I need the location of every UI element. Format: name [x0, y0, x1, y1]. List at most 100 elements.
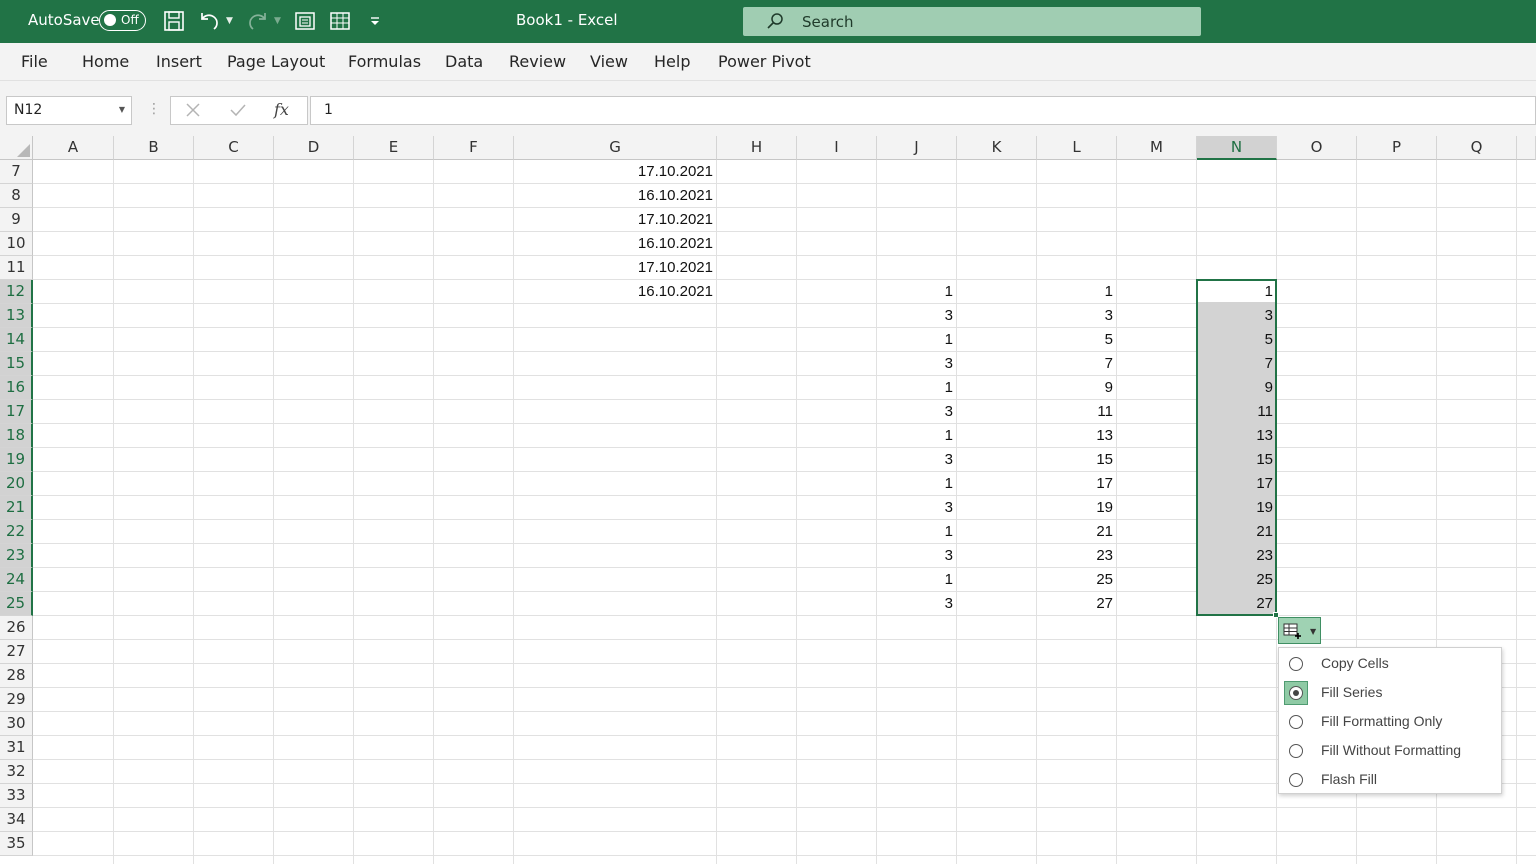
row-header-7[interactable]: 7	[0, 160, 33, 184]
redo-dropdown-icon[interactable]: ▼	[274, 16, 281, 26]
row-header-20[interactable]: 20	[0, 472, 33, 496]
row-header-10[interactable]: 10	[0, 232, 33, 256]
tab-home[interactable]: Home	[82, 52, 129, 71]
column-header-j[interactable]: J	[877, 136, 957, 160]
cell-n19[interactable]: 15	[1197, 448, 1277, 472]
cell-g9[interactable]: 17.10.2021	[514, 208, 717, 232]
cell-n15[interactable]: 7	[1197, 352, 1277, 376]
cell-n21[interactable]: 19	[1197, 496, 1277, 520]
name-box-dropdown-icon[interactable]: ▼	[119, 105, 125, 114]
row-header-8[interactable]: 8	[0, 184, 33, 208]
column-header-e[interactable]: E	[354, 136, 434, 160]
column-header-m[interactable]: M	[1117, 136, 1197, 160]
tab-view[interactable]: View	[590, 52, 628, 71]
radio-flash-fill[interactable]	[1289, 773, 1303, 787]
cell-j24[interactable]: 1	[877, 568, 957, 592]
column-header-c[interactable]: C	[194, 136, 274, 160]
tab-review[interactable]: Review	[509, 52, 566, 71]
cell-l16[interactable]: 9	[1037, 376, 1117, 400]
cell-g11[interactable]: 17.10.2021	[514, 256, 717, 280]
tab-file[interactable]: File	[21, 52, 48, 71]
column-header-k[interactable]: K	[957, 136, 1037, 160]
row-header-23[interactable]: 23	[0, 544, 33, 568]
cell-g10[interactable]: 16.10.2021	[514, 232, 717, 256]
cell-l21[interactable]: 19	[1037, 496, 1117, 520]
row-header-32[interactable]: 32	[0, 760, 33, 784]
column-header-b[interactable]: B	[114, 136, 194, 160]
column-header-p[interactable]: P	[1357, 136, 1437, 160]
cell-l19[interactable]: 15	[1037, 448, 1117, 472]
cell-n13[interactable]: 3	[1197, 304, 1277, 328]
cell-g7[interactable]: 17.10.2021	[514, 160, 717, 184]
row-header-26[interactable]: 26	[0, 616, 33, 640]
drag-handle-icon[interactable]: ⋮	[147, 101, 161, 117]
row-header-11[interactable]: 11	[0, 256, 33, 280]
cell-n24[interactable]: 25	[1197, 568, 1277, 592]
cell-j16[interactable]: 1	[877, 376, 957, 400]
column-header-h[interactable]: H	[717, 136, 797, 160]
row-header-25[interactable]: 25	[0, 592, 33, 616]
name-box[interactable]: N12 ▼	[6, 96, 132, 125]
column-header-d[interactable]: D	[274, 136, 354, 160]
row-header-17[interactable]: 17	[0, 400, 33, 424]
cell-j22[interactable]: 1	[877, 520, 957, 544]
row-header-9[interactable]: 9	[0, 208, 33, 232]
select-all-corner[interactable]	[0, 136, 33, 160]
row-header-12[interactable]: 12	[0, 280, 33, 304]
form-icon[interactable]	[293, 9, 317, 33]
table-icon[interactable]	[328, 9, 352, 33]
row-header-14[interactable]: 14	[0, 328, 33, 352]
cell-n14[interactable]: 5	[1197, 328, 1277, 352]
column-header-r[interactable]	[1517, 136, 1536, 160]
cell-g8[interactable]: 16.10.2021	[514, 184, 717, 208]
cell-l20[interactable]: 17	[1037, 472, 1117, 496]
radio-fill-series[interactable]	[1289, 686, 1303, 700]
row-header-15[interactable]: 15	[0, 352, 33, 376]
cell-l13[interactable]: 3	[1037, 304, 1117, 328]
cell-n20[interactable]: 17	[1197, 472, 1277, 496]
radio-fill-without-formatting[interactable]	[1289, 744, 1303, 758]
autosave-toggle[interactable]: Off	[99, 10, 146, 31]
search-box[interactable]: Search	[743, 7, 1201, 36]
cell-n18[interactable]: 13	[1197, 424, 1277, 448]
radio-copy-cells[interactable]	[1289, 657, 1303, 671]
option-fill-formatting-only[interactable]: Fill Formatting Only	[1279, 707, 1503, 736]
cell-j18[interactable]: 1	[877, 424, 957, 448]
cell-j14[interactable]: 1	[877, 328, 957, 352]
row-header-16[interactable]: 16	[0, 376, 33, 400]
cell-l15[interactable]: 7	[1037, 352, 1117, 376]
cell-j23[interactable]: 3	[877, 544, 957, 568]
customize-toolbar-icon[interactable]	[365, 9, 389, 33]
cell-l14[interactable]: 5	[1037, 328, 1117, 352]
row-header-18[interactable]: 18	[0, 424, 33, 448]
save-icon[interactable]	[162, 9, 186, 33]
cell-n23[interactable]: 23	[1197, 544, 1277, 568]
row-header-13[interactable]: 13	[0, 304, 33, 328]
row-header-31[interactable]: 31	[0, 736, 33, 760]
undo-dropdown-icon[interactable]: ▼	[226, 16, 233, 26]
tab-power-pivot[interactable]: Power Pivot	[718, 52, 811, 71]
cell-l12[interactable]: 1	[1037, 280, 1117, 304]
undo-icon[interactable]	[197, 9, 221, 33]
row-header-29[interactable]: 29	[0, 688, 33, 712]
cell-j25[interactable]: 3	[877, 592, 957, 616]
cell-n25[interactable]: 27	[1197, 592, 1277, 616]
tab-help[interactable]: Help	[654, 52, 690, 71]
option-fill-without-formatting[interactable]: Fill Without Formatting	[1279, 736, 1503, 765]
insert-function-icon[interactable]: fx	[274, 100, 289, 119]
cell-n17[interactable]: 11	[1197, 400, 1277, 424]
column-header-i[interactable]: I	[797, 136, 877, 160]
cell-j19[interactable]: 3	[877, 448, 957, 472]
cell-n22[interactable]: 21	[1197, 520, 1277, 544]
cell-j17[interactable]: 3	[877, 400, 957, 424]
cell-n12[interactable]: 1	[1197, 280, 1277, 304]
row-header-35[interactable]: 35	[0, 832, 33, 856]
row-header-27[interactable]: 27	[0, 640, 33, 664]
option-copy-cells[interactable]: Copy Cells	[1279, 649, 1503, 678]
formula-input[interactable]: 1	[310, 96, 1536, 125]
tab-page-layout[interactable]: Page Layout	[227, 52, 325, 71]
cancel-icon[interactable]	[183, 100, 203, 124]
redo-icon[interactable]	[246, 9, 270, 33]
cell-j15[interactable]: 3	[877, 352, 957, 376]
column-header-q[interactable]: Q	[1437, 136, 1517, 160]
